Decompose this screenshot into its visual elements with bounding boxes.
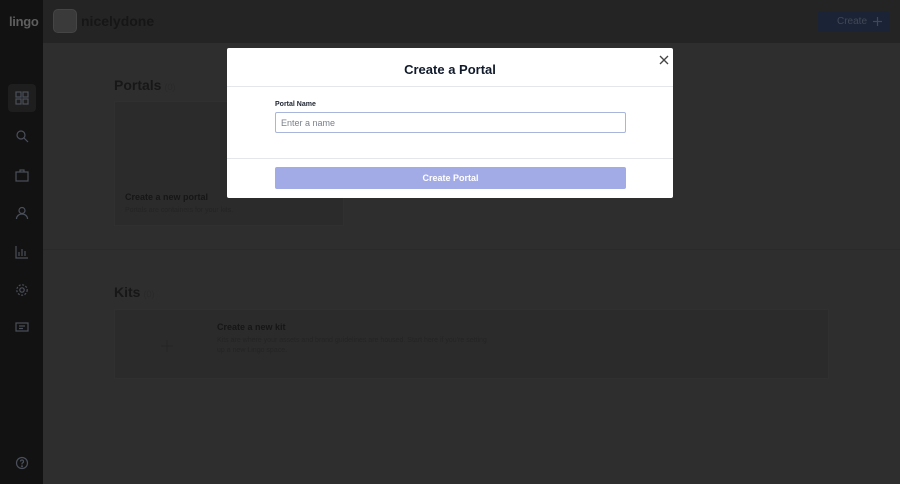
create-kit-card-description: Kits are where your assets and brand gui…	[217, 337, 487, 354]
portal-name-label: Portal Name	[275, 101, 316, 108]
portals-count: (0)	[164, 82, 176, 92]
sidebar-item-settings[interactable]	[8, 276, 36, 304]
create-portal-card-description: Portals are containers for your kits.	[125, 207, 234, 214]
help-icon	[15, 456, 29, 470]
bar-chart-icon	[15, 246, 28, 259]
sidebar-item-users[interactable]	[8, 199, 36, 227]
plus-icon	[161, 340, 173, 352]
ticket-icon	[15, 322, 29, 332]
close-icon[interactable]	[657, 53, 670, 66]
sidebar-item-search[interactable]	[8, 122, 36, 150]
grid-icon	[15, 91, 29, 105]
kits-title: Kits	[114, 284, 141, 300]
create-portal-modal: Create a Portal Portal Name Create Porta…	[227, 48, 673, 198]
create-kit-card[interactable]: Create a new kit Kits are where your ass…	[114, 309, 829, 379]
portal-name-input[interactable]	[275, 112, 626, 133]
sidebar: lingo	[0, 0, 43, 484]
modal-header-divider	[227, 86, 673, 87]
modal-title: Create a Portal	[404, 62, 496, 77]
sidebar-item-dashboard[interactable]	[8, 84, 36, 112]
create-portal-card-title: Create a new portal	[125, 192, 209, 202]
sidebar-item-library[interactable]	[8, 161, 36, 189]
section-divider	[43, 249, 900, 250]
user-icon	[15, 206, 29, 220]
create-portal-button[interactable]: Create Portal	[275, 167, 626, 189]
kits-heading: Kits (0)	[114, 284, 154, 300]
gear-icon	[16, 284, 28, 296]
sidebar-item-help[interactable]	[8, 449, 36, 477]
sidebar-item-insights[interactable]	[8, 238, 36, 266]
create-kit-card-title: Create a new kit	[217, 322, 286, 332]
search-icon	[16, 130, 29, 143]
sidebar-item-tickets[interactable]	[8, 313, 36, 341]
briefcase-icon	[15, 169, 29, 182]
create-button-label: Create	[836, 16, 867, 27]
portals-heading: Portals (0)	[114, 77, 175, 93]
create-button[interactable]: Create	[818, 11, 890, 32]
kits-count: (0)	[143, 289, 155, 299]
modal-footer-divider	[227, 158, 673, 159]
topbar: nicelydone Create	[43, 0, 900, 43]
workspace-avatar[interactable]	[53, 9, 77, 33]
portals-title: Portals	[114, 77, 162, 93]
plus-icon	[873, 17, 882, 26]
workspace-name[interactable]: nicelydone	[81, 13, 154, 29]
app-logo[interactable]: lingo	[9, 14, 39, 29]
